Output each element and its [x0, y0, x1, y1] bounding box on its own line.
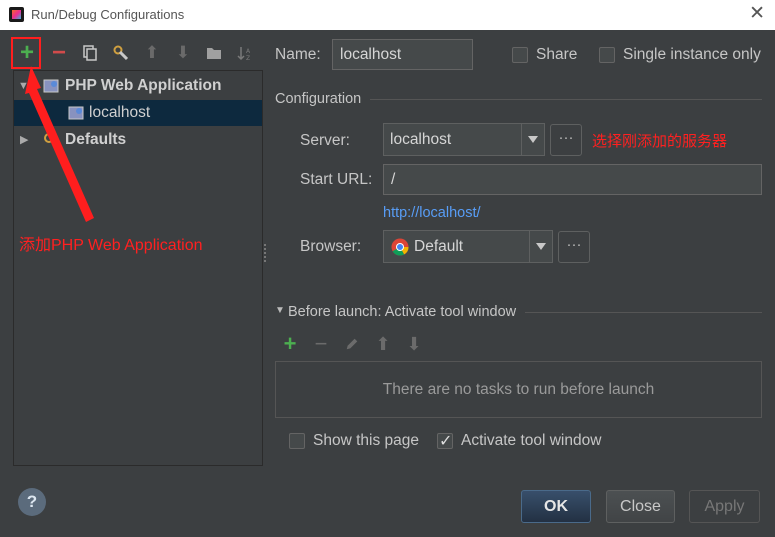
- app-icon: [9, 7, 24, 22]
- share-checkbox[interactable]: [512, 47, 528, 63]
- move-up-icon[interactable]: ⬆: [139, 38, 165, 68]
- tree-node-localhost[interactable]: localhost: [14, 100, 262, 126]
- start-url-input[interactable]: /: [383, 164, 762, 195]
- browser-value: Default: [414, 238, 464, 255]
- url-preview-link[interactable]: http://localhost/: [383, 205, 481, 221]
- before-launch-task-list: There are no tasks to run before launch: [275, 361, 762, 418]
- server-dropdown[interactable]: localhost: [383, 123, 545, 156]
- configurations-tree: ▼ PHP Web Application localhost ▶ Defaul…: [13, 70, 263, 466]
- tree-node-label: localhost: [89, 104, 151, 121]
- server-annotation: 选择刚添加的服务器: [592, 133, 728, 150]
- add-task-icon[interactable]: +: [279, 333, 301, 355]
- chevron-down-icon: [521, 124, 544, 155]
- apply-button[interactable]: Apply: [689, 490, 760, 523]
- tree-node-label: PHP Web Application: [65, 77, 222, 94]
- wrench-gear-icon: [44, 133, 57, 147]
- remove-task-icon[interactable]: −: [310, 333, 332, 355]
- browser-dropdown[interactable]: Default: [383, 230, 553, 263]
- share-label[interactable]: Share: [536, 46, 577, 64]
- tree-node-php-web-application[interactable]: ▼ PHP Web Application: [14, 73, 262, 99]
- svg-text:A: A: [246, 48, 251, 55]
- panel-splitter[interactable]: [264, 244, 268, 262]
- folder-icon[interactable]: [201, 38, 227, 68]
- name-label: Name:: [275, 46, 321, 63]
- browser-label: Browser:: [300, 238, 362, 255]
- edit-task-icon[interactable]: [341, 333, 363, 355]
- browser-browse-button[interactable]: ···: [558, 231, 590, 263]
- sort-configurations-icon[interactable]: AZ: [232, 38, 258, 68]
- move-task-up-icon[interactable]: ⬆: [372, 333, 394, 355]
- server-label: Server:: [300, 132, 350, 149]
- chrome-icon: [391, 238, 409, 256]
- activate-tool-window-checkbox[interactable]: [437, 431, 453, 451]
- close-window-icon[interactable]: ✕: [749, 4, 765, 24]
- edit-defaults-wrench-icon[interactable]: [108, 38, 134, 68]
- close-button[interactable]: Close: [606, 490, 675, 523]
- move-task-down-icon[interactable]: ⬇: [403, 333, 425, 355]
- remove-configuration-icon[interactable]: −: [46, 38, 72, 68]
- show-page-label[interactable]: Show this page: [313, 432, 419, 450]
- section-divider: [525, 312, 762, 313]
- before-launch-title[interactable]: Before launch: Activate tool window: [288, 304, 516, 320]
- activate-tool-window-label[interactable]: Activate tool window: [461, 432, 601, 450]
- copy-configuration-icon[interactable]: [77, 38, 103, 68]
- server-value: localhost: [390, 131, 452, 148]
- add-annotation: 添加PHP Web Application: [19, 237, 203, 254]
- before-launch-collapse-icon[interactable]: ▼: [275, 305, 285, 316]
- php-web-app-icon: [43, 79, 59, 93]
- help-icon[interactable]: ?: [18, 488, 46, 516]
- php-web-app-icon: [68, 106, 84, 120]
- start-url-label: Start URL:: [300, 171, 373, 188]
- tree-node-label: Defaults: [65, 131, 127, 148]
- svg-text:Z: Z: [246, 55, 250, 61]
- tree-node-defaults[interactable]: ▶ Defaults: [14, 127, 262, 153]
- chevron-down-icon: [529, 231, 552, 262]
- section-divider: [370, 99, 762, 100]
- show-page-checkbox[interactable]: [289, 433, 305, 449]
- single-instance-label[interactable]: Single instance only: [623, 46, 761, 64]
- server-browse-button[interactable]: ···: [550, 124, 582, 156]
- name-input[interactable]: localhost: [332, 39, 473, 70]
- move-down-icon[interactable]: ⬇: [170, 38, 196, 68]
- window-title: Run/Debug Configurations: [31, 7, 185, 22]
- configuration-section-title: Configuration: [275, 91, 362, 107]
- ok-button[interactable]: OK: [521, 490, 591, 523]
- single-instance-checkbox[interactable]: [599, 47, 615, 63]
- add-button-highlight: [11, 37, 41, 69]
- collapse-arrow-icon[interactable]: ▶: [20, 127, 28, 153]
- title-bar: Run/Debug Configurations ✕: [0, 0, 775, 30]
- expand-arrow-icon[interactable]: ▼: [18, 73, 29, 99]
